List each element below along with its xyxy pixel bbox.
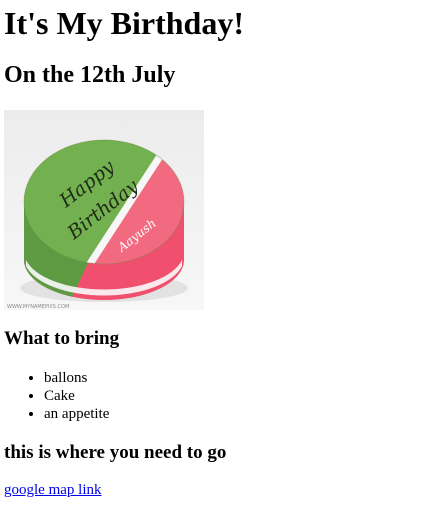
birthday-cake-image: Happy Birthday Aayush WWW.MYNAMEPIXS.COM (4, 110, 204, 310)
list-item: an appetite (44, 405, 109, 423)
page-title: It's My Birthday! (4, 5, 244, 41)
list-item: Cake (44, 387, 109, 405)
google-map-link[interactable]: google map link (4, 482, 102, 499)
bring-heading: What to bring (4, 328, 120, 349)
bring-list: ballons Cake an appetite (4, 369, 109, 423)
list-item: ballons (44, 369, 109, 387)
location-heading: this is where you need to go (4, 442, 227, 463)
page-subtitle: On the 12th July (4, 62, 176, 88)
image-watermark: WWW.MYNAMEPIXS.COM (7, 304, 69, 310)
